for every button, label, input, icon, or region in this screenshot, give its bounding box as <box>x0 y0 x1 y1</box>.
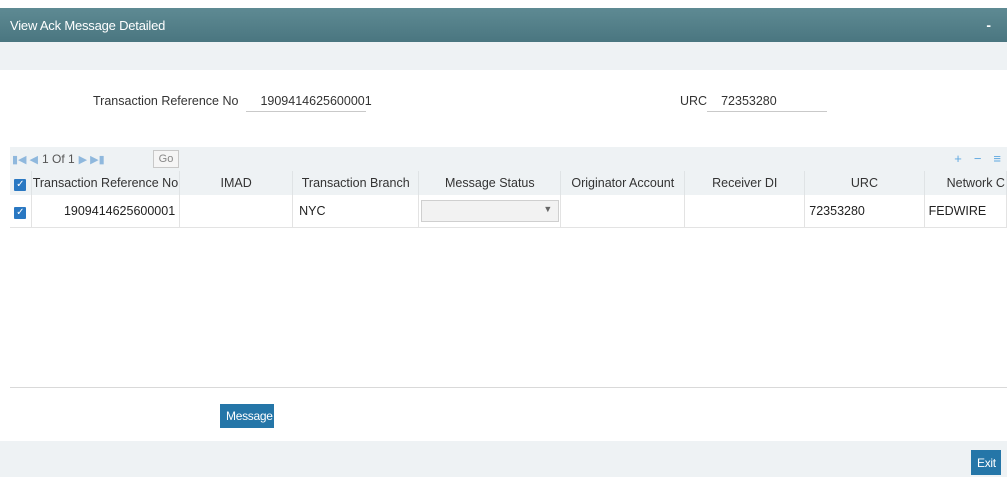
checkbox-checked-icon[interactable]: ✓ <box>14 178 27 191</box>
cell-imad <box>179 195 294 228</box>
header-band <box>0 42 1007 70</box>
grid-table: ✓ Transaction Reference No IMAD Transact… <box>10 171 1007 228</box>
urc-label: URC <box>680 94 708 108</box>
window-titlebar: View Ack Message Detailed - <box>0 8 1007 42</box>
last-page-icon[interactable]: ▶▮ <box>90 153 105 166</box>
grid-header-row: ✓ Transaction Reference No IMAD Transact… <box>10 171 1007 195</box>
add-row-icon[interactable]: + <box>954 151 962 166</box>
urc-input[interactable]: 72353280 <box>707 90 828 112</box>
cell-network: FEDWIRE <box>924 195 1007 228</box>
col-header-status[interactable]: Message Status <box>418 171 562 195</box>
col-header-branch[interactable]: Transaction Branch <box>292 171 420 195</box>
cell-originator <box>560 195 686 228</box>
cell-status: ▼ <box>418 195 562 228</box>
txn-ref-field-group: Transaction Reference No 190941462560000… <box>93 90 372 112</box>
exit-button[interactable]: Exit <box>971 450 1001 475</box>
col-header-receiver[interactable]: Receiver DI <box>684 171 806 195</box>
column-settings-icon[interactable]: ≡ <box>993 151 1001 166</box>
delete-row-icon[interactable]: − <box>974 151 982 166</box>
col-header-network[interactable]: Network C <box>924 171 1007 195</box>
page-indicator: 1 Of 1 <box>41 152 75 166</box>
cell-receiver <box>684 195 806 228</box>
next-page-icon[interactable]: ▶ <box>79 153 87 166</box>
message-status-select[interactable]: ▼ <box>421 200 560 222</box>
cell-branch: NYC <box>292 195 420 228</box>
footer-bar: Exit <box>0 441 1007 477</box>
txn-ref-label: Transaction Reference No <box>93 94 239 108</box>
cell-urc: 72353280 <box>804 195 925 228</box>
col-header-urc[interactable]: URC <box>804 171 925 195</box>
prev-page-icon[interactable]: ◀ <box>30 153 38 166</box>
grid-pager: ▮◀ ◀ 1 Of 1 ▶ ▶▮ Go + − ≡ <box>10 147 1007 171</box>
col-header-imad[interactable]: IMAD <box>179 171 294 195</box>
checkbox-checked-icon[interactable]: ✓ <box>14 206 27 219</box>
minimize-button[interactable]: - <box>986 17 997 33</box>
window-title: View Ack Message Detailed <box>10 17 166 33</box>
table-row[interactable]: ✓ 1909414625600001 NYC ▼ 72353280 FEDWIR… <box>10 195 1007 228</box>
first-page-icon[interactable]: ▮◀ <box>12 153 27 166</box>
col-header-originator[interactable]: Originator Account <box>560 171 686 195</box>
row-checkbox[interactable]: ✓ <box>10 195 32 228</box>
message-button[interactable]: Message <box>220 404 274 428</box>
grid-tools: + − ≡ <box>954 151 1001 166</box>
go-button[interactable]: Go <box>152 150 180 168</box>
cell-txn-ref: 1909414625600001 <box>31 195 181 228</box>
results-grid: ▮◀ ◀ 1 Of 1 ▶ ▶▮ Go + − ≡ ✓ Transaction … <box>10 147 1007 388</box>
txn-ref-input[interactable]: 1909414625600001 <box>246 90 372 112</box>
col-header-txn-ref[interactable]: Transaction Reference No <box>31 171 181 195</box>
dropdown-arrow-icon[interactable]: ▼ <box>543 204 552 214</box>
urc-field-group: URC 72353280 <box>680 90 828 112</box>
select-all-checkbox[interactable]: ✓ <box>10 171 32 195</box>
